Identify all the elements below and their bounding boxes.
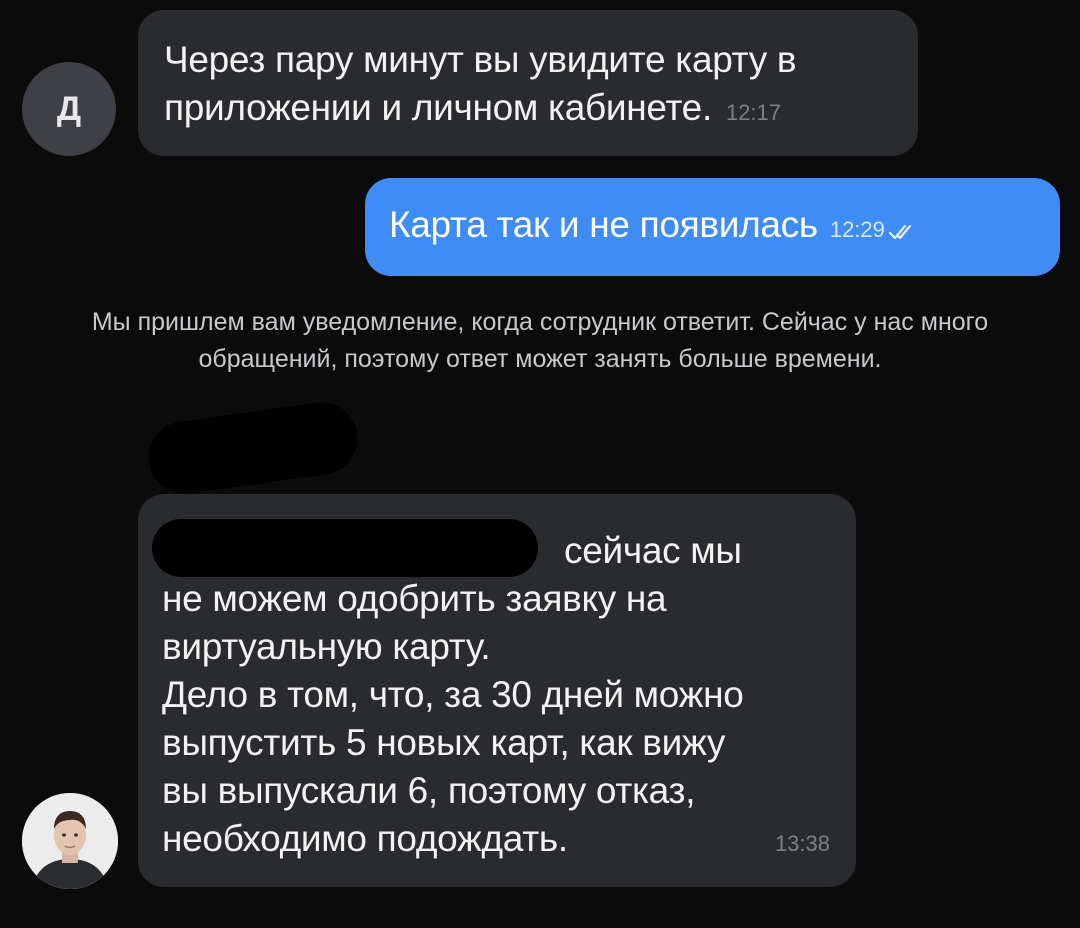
message-text: Через пару минут вы увидите карту в прил… [164,39,797,128]
redacted-sender-name [144,397,362,499]
message-line: необходимо подождать. [162,818,568,859]
message-time: 12:29 [829,217,885,242]
message-time: 13:38 [774,831,830,856]
message-line: выпустить 5 новых карт, как вижу [162,722,726,763]
message-last-line: необходимо подождать. 13:38 [162,815,832,868]
operator-photo-icon [22,793,118,889]
sender-avatar[interactable]: Д [22,62,116,156]
outgoing-message[interactable]: Карта так и не появилась 12:29 [365,178,1060,276]
message-line: не можем одобрить заявку на [162,578,667,619]
incoming-message[interactable]: Через пару минут вы увидите карту в прил… [138,10,918,156]
sender-initial: Д [56,89,82,128]
message-time: 12:17 [725,100,782,125]
message-line: Дело в том, что, за 30 дней можно [162,674,744,715]
operator-avatar[interactable] [22,793,118,889]
message-line: виртуальную карту. [162,626,491,667]
message-line: вы выпускали 6, поэтому отказ, [162,770,696,811]
double-check-icon [888,205,915,253]
system-notice: Мы пришлем вам уведомление, когда сотруд… [91,308,989,373]
message-text: Карта так и не появилась [389,204,818,245]
redacted-greeting [152,519,538,577]
